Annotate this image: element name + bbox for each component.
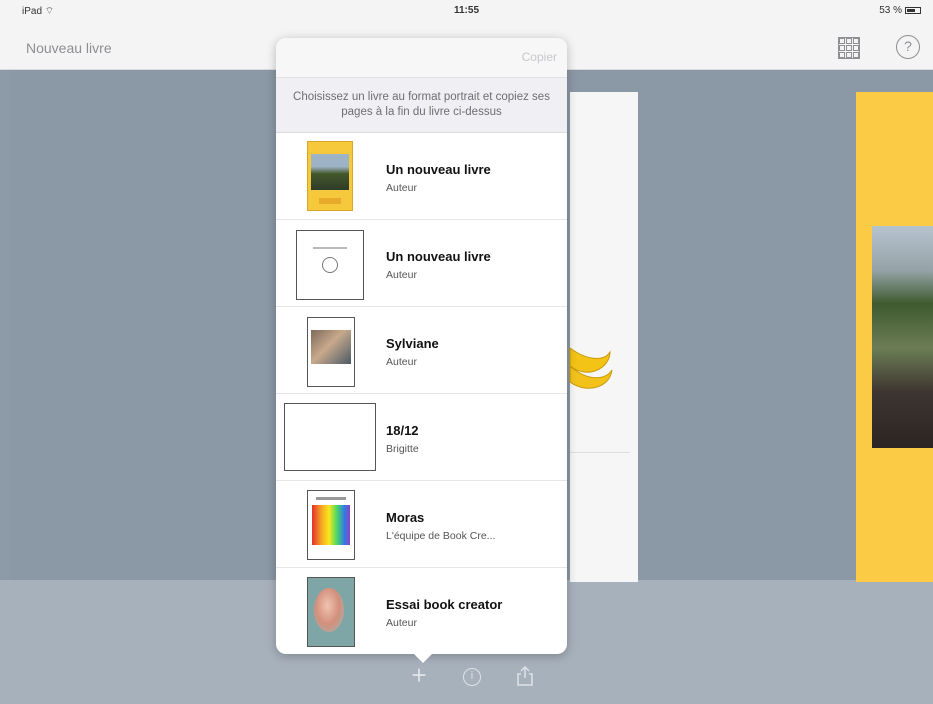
popover-header: Copier (276, 38, 567, 78)
book-author: L'équipe de Book Cre... (386, 530, 496, 542)
book-author: Auteur (386, 269, 417, 281)
book-author: Auteur (386, 182, 417, 194)
copy-button[interactable]: Copier (522, 50, 557, 64)
book-title[interactable]: Nouveau livre (26, 40, 112, 56)
book-title: Un nouveau livre (386, 249, 491, 264)
book-title: 18/12 (386, 423, 419, 438)
book-row[interactable]: Un nouveau livre Auteur (276, 220, 567, 307)
add-icon[interactable]: + (408, 662, 430, 688)
bottom-toolbar: + i (0, 662, 933, 694)
book-cover-thumbnail (307, 577, 355, 647)
banana-image (569, 347, 613, 389)
battery-status: 53 % (879, 5, 921, 16)
book-cover-thumbnail (284, 403, 376, 471)
clock: 11:55 (453, 5, 480, 16)
book-row[interactable]: 18/12 Brigitte (276, 394, 567, 481)
book-title: Essai book creator (386, 597, 503, 612)
book-row[interactable]: Un nouveau livre Auteur (276, 133, 567, 220)
grid-view-icon[interactable] (838, 37, 860, 59)
book-row[interactable]: Essai book creator Auteur (276, 568, 567, 654)
battery-icon (905, 7, 921, 14)
book-title: Moras (386, 510, 425, 525)
landscape-photo[interactable] (872, 226, 933, 448)
book-title: Sylviane (386, 336, 439, 351)
book-author: Auteur (386, 356, 417, 368)
book-cover-thumbnail (307, 317, 355, 387)
book-author: Auteur (386, 617, 417, 629)
book-author: Brigitte (386, 443, 419, 455)
book-row[interactable]: Moras L'équipe de Book Cre... (276, 481, 567, 568)
book-cover-thumbnail (307, 141, 353, 211)
info-icon[interactable]: i (463, 668, 481, 686)
book-cover-thumbnail (307, 490, 355, 560)
book-row[interactable]: Sylviane Auteur (276, 307, 567, 394)
popover-instructions: Choisissez un livre au format portrait e… (276, 78, 567, 133)
status-bar: iPad ⌔ 11:55 53 % (0, 0, 933, 22)
help-icon[interactable]: ? (896, 35, 920, 59)
book-title: Un nouveau livre (386, 162, 491, 177)
share-icon[interactable] (516, 666, 534, 686)
copy-pages-popover: Copier Choisissez un livre au format por… (276, 38, 567, 654)
book-cover-thumbnail (296, 230, 364, 300)
